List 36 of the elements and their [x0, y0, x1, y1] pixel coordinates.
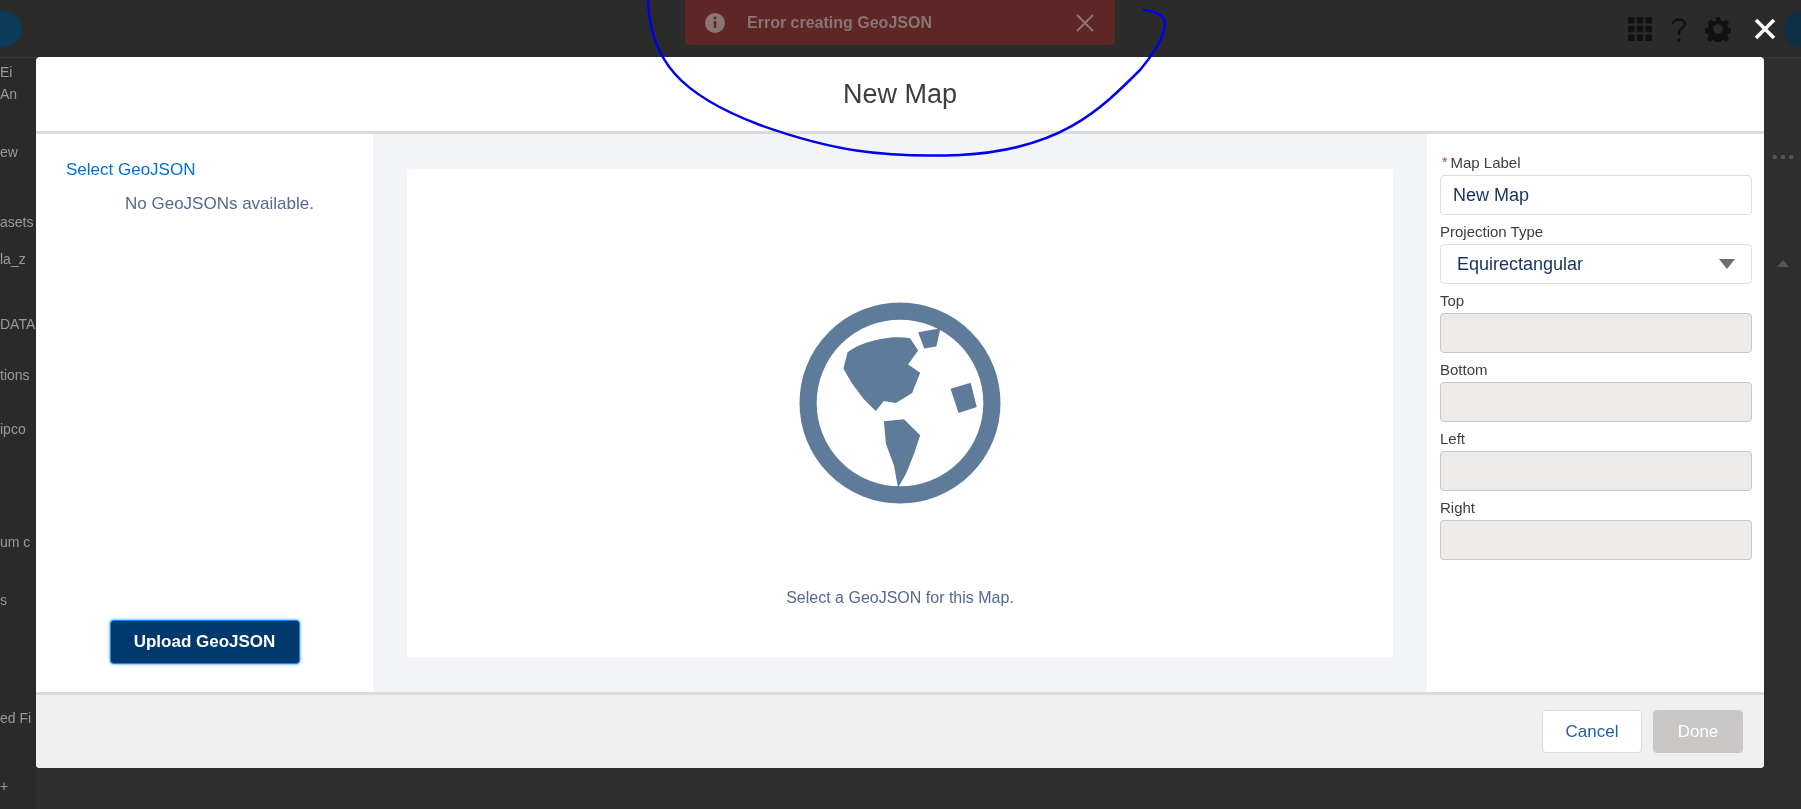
settings-icon[interactable]: [1705, 15, 1731, 42]
toast-message: Error creating GeoJSON: [747, 13, 933, 32]
cancel-button[interactable]: Cancel: [1542, 710, 1642, 753]
background-text: DATA: [0, 316, 36, 332]
field-label: Top: [1440, 292, 1465, 309]
background-text: An: [0, 86, 18, 102]
help-icon[interactable]: [1671, 15, 1687, 42]
field-label: Left: [1440, 430, 1466, 447]
preview-message: Select a GeoJSON for this Map.: [786, 589, 1014, 607]
app-launcher-icon[interactable]: [1627, 15, 1653, 42]
select-geojson-link[interactable]: Select GeoJSON: [66, 160, 196, 180]
background-text: +: [0, 778, 9, 794]
modal-title: New Map: [842, 78, 957, 110]
upload-button[interactable]: Upload GeoJSON: [109, 620, 300, 664]
caret-up-icon: [1776, 260, 1789, 267]
background-text: Ei: [0, 64, 13, 80]
background-text: ed Fi: [0, 710, 32, 726]
background-text: la_z: [0, 251, 26, 267]
field-label: Map Label: [1450, 154, 1521, 171]
background-text: um c: [0, 534, 31, 550]
more-icon: [1771, 154, 1794, 160]
field-label: Bottom: [1440, 361, 1488, 378]
background-text: ew: [0, 144, 18, 160]
projection-select[interactable]: Equirectangular: [1440, 244, 1752, 284]
info-icon: [705, 12, 725, 33]
required-mark: *: [1442, 154, 1448, 170]
input-field[interactable]: New Map: [1440, 175, 1752, 215]
empty-message: No GeoJSONs available.: [125, 194, 314, 214]
background-text: s: [0, 592, 7, 608]
background-text: ipco: [0, 421, 26, 437]
globe-icon: [799, 302, 1001, 504]
dropdown-caret-icon: [1719, 259, 1735, 269]
background-text: asets: [0, 214, 34, 230]
field-label: Right: [1440, 499, 1476, 516]
field-label: Projection Type: [1440, 223, 1544, 240]
background-text: tions: [0, 367, 30, 383]
